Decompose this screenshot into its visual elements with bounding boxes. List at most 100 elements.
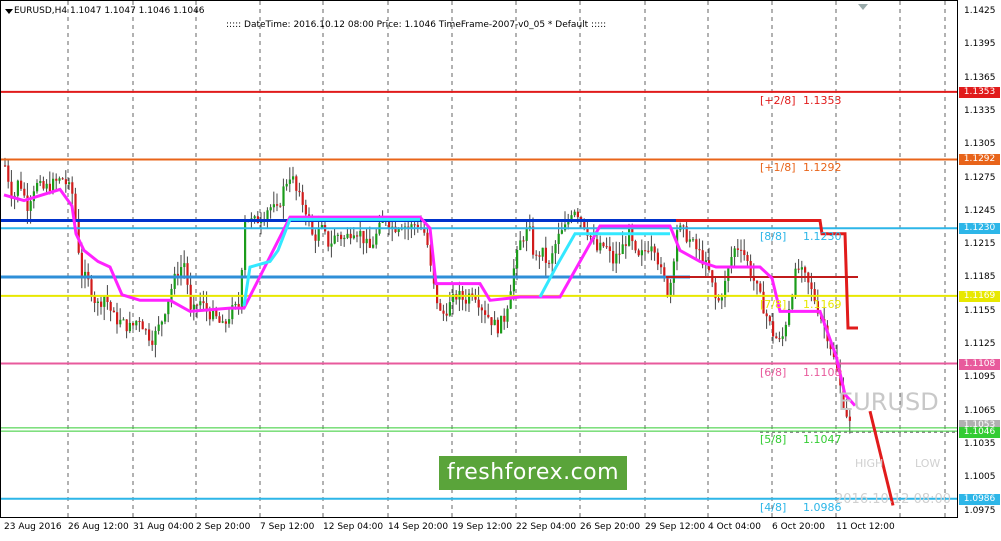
time-axis-label: 6 Oct 20:00 bbox=[772, 522, 825, 532]
candle-body bbox=[132, 322, 135, 326]
level-value: 1.1169 bbox=[803, 297, 842, 311]
candle-body bbox=[23, 188, 26, 196]
candle-body bbox=[509, 291, 512, 309]
candle-body bbox=[356, 235, 359, 237]
candle-body bbox=[522, 240, 525, 242]
candle-body bbox=[116, 312, 119, 325]
candle-body bbox=[29, 201, 32, 211]
candle-body bbox=[724, 280, 727, 298]
price-tag: 1.1169 bbox=[959, 290, 1000, 302]
candle-body bbox=[538, 255, 541, 257]
candle-body bbox=[519, 240, 522, 250]
candle-body bbox=[615, 253, 618, 264]
shift-marker-icon[interactable] bbox=[858, 4, 868, 10]
candle-body bbox=[624, 244, 627, 246]
candle-body bbox=[589, 235, 592, 237]
candle-body bbox=[650, 246, 653, 252]
candle-body bbox=[39, 181, 42, 183]
level-tag: [4/8] bbox=[760, 500, 787, 514]
candle-body bbox=[634, 241, 637, 251]
candle-body bbox=[151, 340, 154, 345]
candle-body bbox=[778, 338, 781, 340]
dropdown-icon[interactable] bbox=[5, 9, 13, 14]
candle-body bbox=[224, 321, 227, 324]
price-axis-label: 1.1335 bbox=[964, 105, 996, 116]
candle-body bbox=[656, 252, 659, 265]
candle-body bbox=[372, 244, 375, 248]
candle-body bbox=[362, 230, 365, 244]
price-axis-label: 1.1125 bbox=[964, 339, 996, 349]
candle-body bbox=[292, 176, 295, 180]
candle-body bbox=[800, 267, 803, 270]
candle-body bbox=[106, 296, 109, 303]
candle-body bbox=[717, 298, 720, 301]
candle-body bbox=[612, 251, 615, 264]
candle-body bbox=[490, 317, 493, 326]
candle-body bbox=[397, 229, 400, 233]
candle-body bbox=[605, 246, 608, 248]
candle-body bbox=[541, 247, 544, 257]
candle-body bbox=[621, 244, 624, 255]
candle-body bbox=[346, 233, 349, 238]
candle-body bbox=[333, 235, 336, 244]
candle-body bbox=[298, 190, 301, 193]
candle-body bbox=[781, 336, 784, 339]
candle-body bbox=[746, 255, 749, 261]
candle-body bbox=[548, 262, 551, 264]
price-axis-label: 1.0975 bbox=[964, 505, 996, 516]
level-tag: [+1/8] bbox=[760, 161, 796, 175]
candle-body bbox=[580, 217, 583, 220]
price-axis-label: 1.1185 bbox=[964, 272, 996, 283]
candle-body bbox=[160, 321, 163, 325]
candle-body bbox=[439, 303, 442, 311]
candle-body bbox=[544, 247, 547, 263]
candle-body bbox=[516, 249, 519, 269]
candle-body bbox=[141, 321, 144, 330]
candle-body bbox=[336, 234, 339, 236]
candle-body bbox=[167, 300, 170, 315]
candle-body bbox=[599, 242, 602, 251]
candle-body bbox=[285, 183, 288, 187]
candle-body bbox=[4, 165, 7, 167]
candle-body bbox=[71, 182, 74, 194]
candle-body bbox=[330, 243, 333, 247]
candle-body bbox=[500, 315, 503, 334]
datetime-label: 2016.10.12 08:00 bbox=[835, 492, 952, 507]
cyan-ma bbox=[242, 217, 420, 307]
time-axis-label: 11 Oct 12:00 bbox=[836, 522, 895, 532]
candle-body bbox=[810, 282, 813, 290]
candle-body bbox=[279, 205, 282, 207]
level-value: 1.0986 bbox=[803, 500, 842, 514]
candle-body bbox=[343, 237, 346, 240]
level-tag: [8/8] bbox=[760, 230, 787, 244]
candle-body bbox=[413, 224, 416, 226]
candle-body bbox=[48, 183, 51, 192]
candle-body bbox=[112, 310, 115, 313]
candle-body bbox=[109, 302, 112, 311]
candle-body bbox=[170, 288, 173, 301]
candle-body bbox=[644, 250, 647, 252]
candle-body bbox=[554, 244, 557, 254]
symbol-watermark: EURUSD bbox=[838, 388, 939, 416]
candle-body bbox=[208, 311, 211, 320]
level-value: 1.1353 bbox=[803, 93, 842, 107]
level-value: 1.1292 bbox=[803, 161, 842, 175]
candle-body bbox=[260, 222, 263, 224]
candle-body bbox=[352, 235, 355, 239]
candle-body bbox=[16, 180, 19, 196]
price-axis-label: 1.1035 bbox=[964, 438, 996, 449]
candle-body bbox=[736, 248, 739, 250]
candle-body bbox=[288, 179, 291, 184]
time-axis-label: 26 Aug 12:00 bbox=[68, 522, 129, 532]
price-axis-label: 1.1215 bbox=[964, 239, 996, 250]
candle-body bbox=[448, 302, 451, 316]
time-axis-label: 12 Sep 04:00 bbox=[323, 522, 384, 532]
candle-body bbox=[669, 282, 672, 296]
time-axis-label: 23 Aug 2016 bbox=[4, 522, 62, 532]
price-axis-label: 1.1275 bbox=[964, 172, 996, 183]
candle-body bbox=[55, 178, 58, 181]
price-axis-label: 1.1425 bbox=[964, 6, 996, 16]
price-tag: 1.0986 bbox=[959, 493, 1000, 505]
time-axis-label: 31 Aug 04:00 bbox=[133, 522, 194, 532]
price-axis-label: 1.1365 bbox=[964, 72, 996, 83]
